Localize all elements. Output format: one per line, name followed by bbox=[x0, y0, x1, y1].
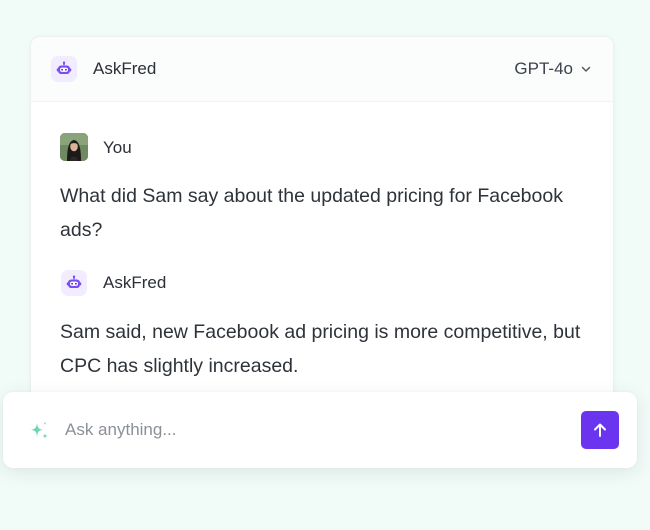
brand-name: AskFred bbox=[93, 59, 157, 78]
message-author: You bbox=[103, 138, 132, 157]
chevron-down-icon bbox=[581, 66, 591, 73]
message-text: What did Sam say about the updated prici… bbox=[60, 185, 563, 241]
message-author: AskFred bbox=[103, 273, 167, 292]
user-avatar bbox=[60, 133, 88, 161]
robot-icon bbox=[51, 56, 77, 82]
chat-input[interactable] bbox=[65, 416, 555, 444]
sparkle-icon bbox=[27, 419, 51, 443]
chat-header: AskFred GPT-4o bbox=[31, 37, 613, 102]
message-text: Sam said, new Facebook ad pricing is mor… bbox=[60, 321, 581, 377]
model-selector[interactable]: GPT-4o bbox=[514, 58, 591, 80]
robot-icon bbox=[61, 270, 87, 296]
model-selector-label: GPT-4o bbox=[514, 59, 573, 78]
send-button[interactable] bbox=[581, 411, 619, 449]
chat-composer bbox=[3, 392, 637, 468]
chat-window: AskFred GPT-4o You What did Sam say abou… bbox=[30, 36, 614, 407]
